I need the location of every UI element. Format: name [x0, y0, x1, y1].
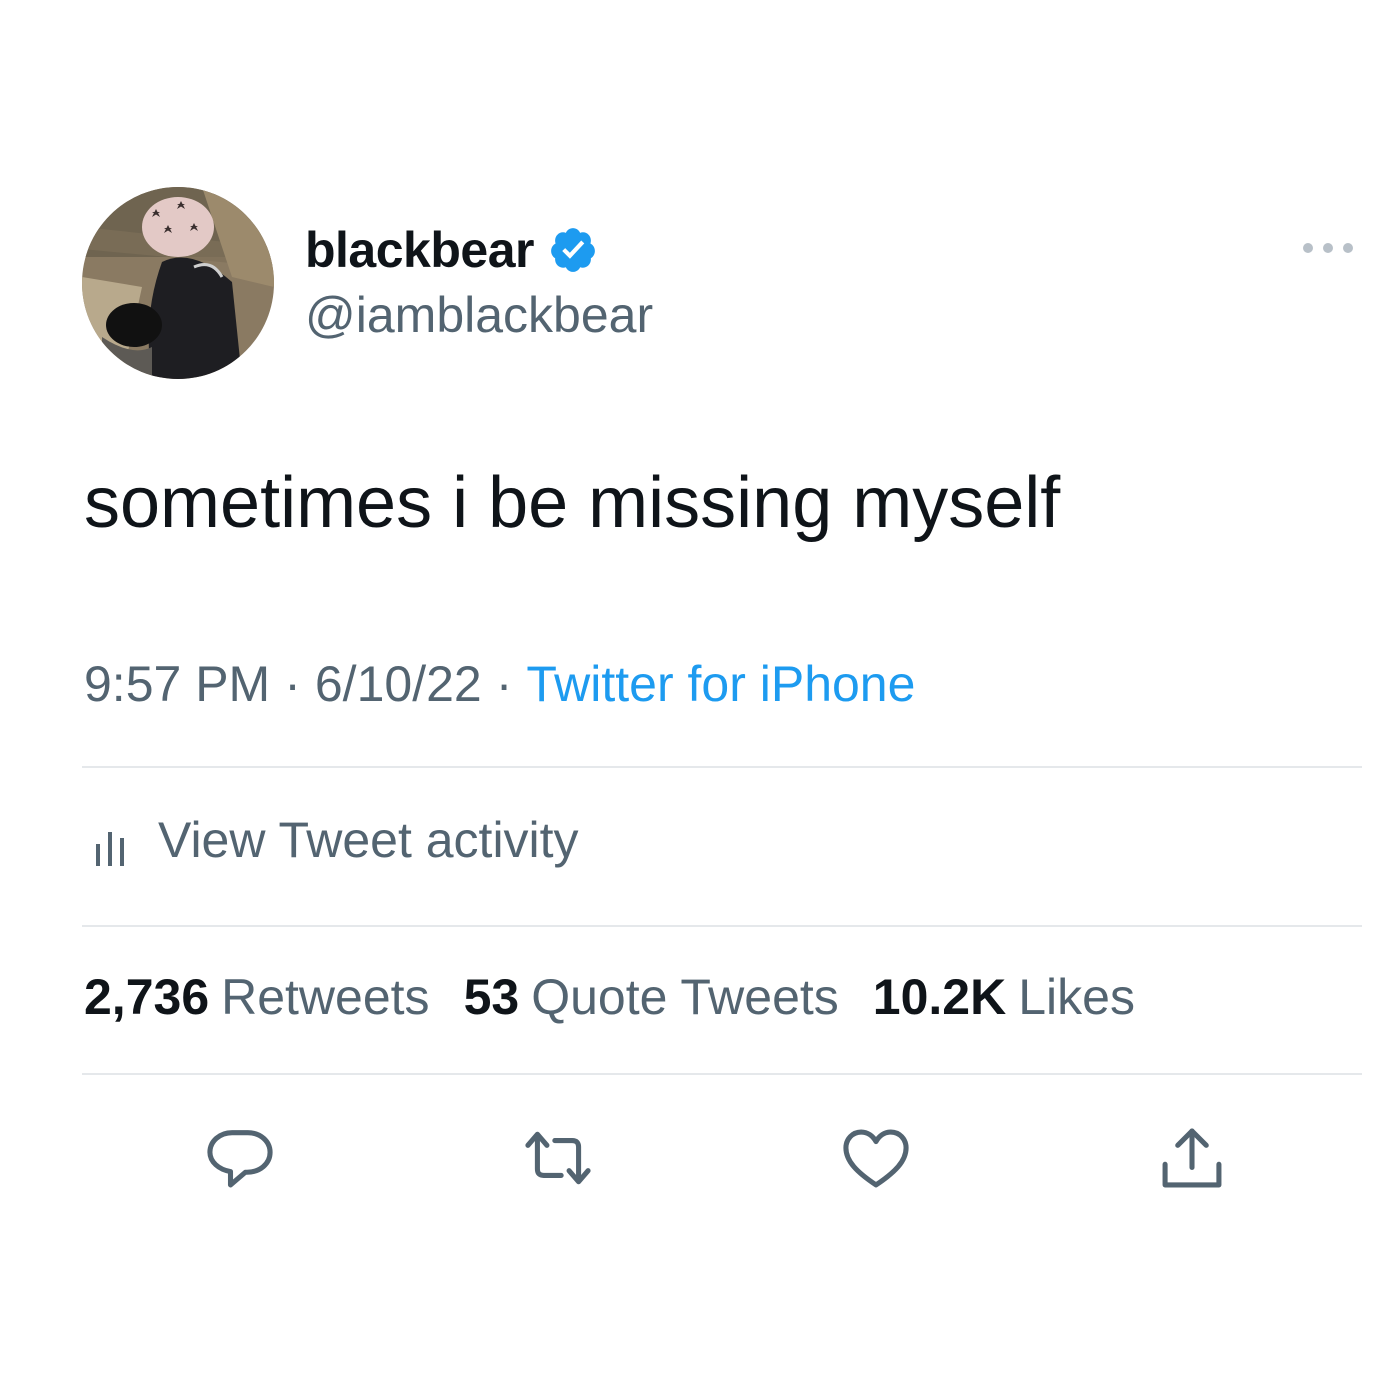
tweet-time[interactable]: 9:57 PM — [84, 656, 270, 712]
tweet-text: sometimes i be missing myself — [84, 463, 1061, 543]
tweet-date[interactable]: 6/10/22 — [315, 656, 482, 712]
meta-separator: · — [495, 656, 513, 712]
reply-icon[interactable] — [202, 1120, 278, 1196]
meta-separator: · — [284, 656, 301, 712]
retweets-count: 2,736 — [84, 969, 210, 1025]
retweet-icon[interactable] — [520, 1120, 596, 1196]
avatar[interactable] — [82, 187, 274, 379]
bar-chart-icon — [88, 808, 134, 872]
tweet-card: blackbear @iamblackbear sometimes i be m… — [0, 0, 1400, 1400]
avatar-photo — [82, 187, 274, 379]
divider — [82, 1073, 1362, 1075]
view-activity-button[interactable]: View Tweet activity — [88, 808, 579, 872]
quote-tweets-count: 53 — [463, 969, 520, 1025]
more-dots-icon[interactable] — [1296, 228, 1360, 268]
divider — [82, 925, 1362, 927]
quote-tweets-stat[interactable]: 53 Quote Tweets — [464, 968, 839, 1026]
tweet-meta: 9:57 PM · 6/10/22 · Twitter for iPhone — [84, 655, 915, 713]
view-activity-label: View Tweet activity — [158, 812, 579, 868]
retweets-label: Retweets — [221, 969, 430, 1025]
author-name-row: blackbear — [305, 218, 598, 282]
heart-icon[interactable] — [838, 1120, 914, 1196]
quote-tweets-label: Quote Tweets — [531, 969, 839, 1025]
author-handle[interactable]: @iamblackbear — [305, 286, 653, 344]
tweet-source-link[interactable]: Twitter for iPhone — [526, 656, 915, 712]
verified-badge-icon — [548, 225, 598, 275]
likes-stat[interactable]: 10.2K Likes — [873, 968, 1135, 1026]
tweet-stats: 2,736 Retweets 53 Quote Tweets 10.2K Likes — [84, 968, 1169, 1026]
divider — [82, 766, 1362, 768]
author-display-name[interactable]: blackbear — [305, 221, 534, 279]
likes-count: 10.2K — [872, 969, 1007, 1025]
retweets-stat[interactable]: 2,736 Retweets — [84, 968, 430, 1026]
likes-label: Likes — [1018, 969, 1135, 1025]
share-icon[interactable] — [1154, 1120, 1230, 1196]
